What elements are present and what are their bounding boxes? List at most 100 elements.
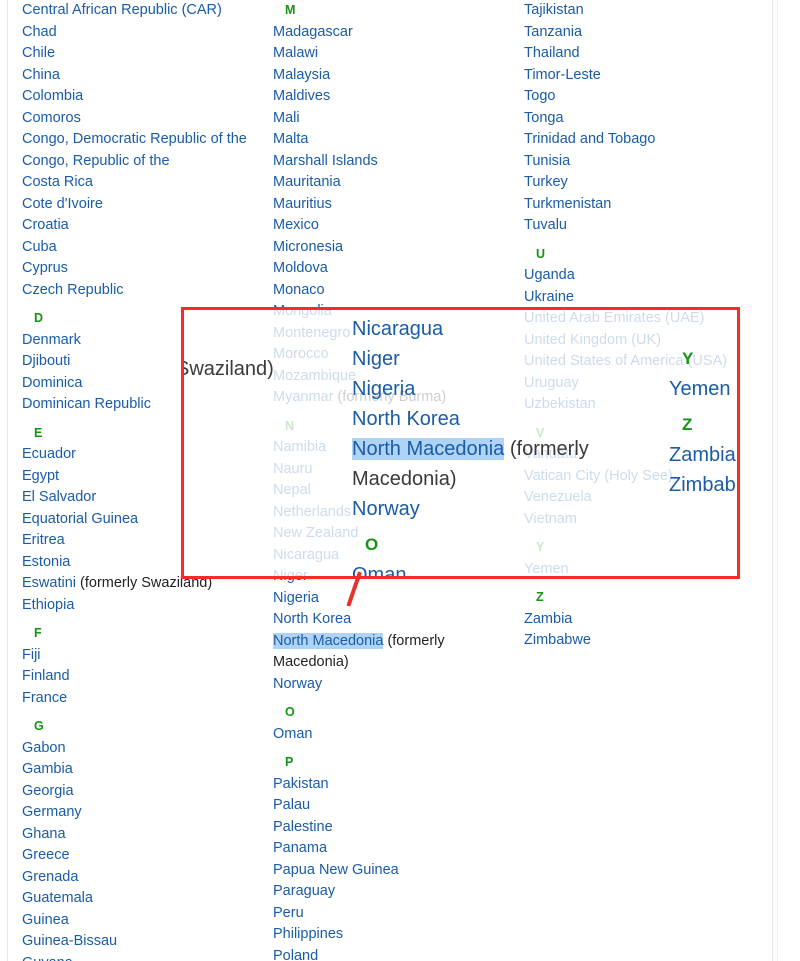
country-link[interactable]: Zimbab (669, 470, 737, 500)
country-link[interactable]: Maldives (273, 86, 513, 108)
country-link[interactable]: Croatia (22, 215, 262, 237)
country-link[interactable]: Uganda (524, 265, 769, 287)
country-link-selected[interactable]: North Macedonia (formerly Macedonia) (273, 631, 513, 674)
country-name[interactable]: Comoros (22, 110, 81, 126)
country-name[interactable]: Guinea (22, 912, 69, 928)
country-link[interactable]: Guinea-Bissau (22, 931, 262, 953)
country-name[interactable]: Croatia (22, 217, 69, 233)
country-link[interactable]: Philippines (273, 924, 513, 946)
country-name[interactable]: Paraguay (273, 883, 335, 899)
country-name[interactable]: Egypt (22, 468, 59, 484)
country-name[interactable]: Panama (273, 840, 327, 856)
country-name[interactable]: Congo, Republic of the (22, 153, 170, 169)
country-link[interactable]: Chad (22, 22, 262, 44)
country-name[interactable]: Swaziland) (184, 358, 274, 380)
country-link[interactable]: Tonga (524, 108, 769, 130)
country-link[interactable]: Thailand (524, 43, 769, 65)
country-name[interactable]: Estonia (22, 554, 70, 570)
country-link-selected[interactable]: North Macedonia (formerly Macedonia) (352, 434, 592, 494)
country-link[interactable]: Norway (352, 494, 592, 524)
country-name[interactable]: Equatorial Guinea (22, 511, 138, 527)
country-link[interactable]: Zambia (524, 609, 769, 631)
country-link[interactable]: Ethiopia (22, 595, 262, 617)
country-name[interactable]: Uganda (524, 267, 575, 283)
country-link[interactable]: Guinea (22, 910, 262, 932)
country-link[interactable]: Nigeria (273, 588, 513, 610)
country-link[interactable]: Niger (352, 344, 592, 374)
country-name[interactable]: Chad (22, 24, 57, 40)
country-link[interactable]: Georgia (22, 781, 262, 803)
country-name[interactable]: Turkey (524, 174, 568, 190)
country-link[interactable]: Norway (273, 674, 513, 696)
country-link[interactable]: Finland (22, 666, 262, 688)
country-link[interactable]: Swaziland) (184, 354, 376, 384)
country-link[interactable]: Paraguay (273, 881, 513, 903)
country-link[interactable]: Gambia (22, 759, 262, 781)
country-name[interactable]: Norway (273, 676, 322, 692)
country-name[interactable]: Greece (22, 847, 70, 863)
country-name[interactable]: Tonga (524, 110, 564, 126)
country-name[interactable]: Ukraine (524, 289, 574, 305)
country-link[interactable]: Cuba (22, 237, 262, 259)
country-name[interactable]: Yemen (669, 378, 731, 400)
country-link[interactable]: Mali (273, 108, 513, 130)
country-name[interactable]: Micronesia (273, 239, 343, 255)
country-link[interactable]: Colombia (22, 86, 262, 108)
country-link[interactable]: Costa Rica (22, 172, 262, 194)
country-name[interactable]: Malawi (273, 45, 318, 61)
country-name[interactable]: Cyprus (22, 260, 68, 276)
country-link[interactable]: Cyprus (22, 258, 262, 280)
country-link[interactable]: Guyana (22, 953, 262, 961)
country-link[interactable]: Moldova (273, 258, 513, 280)
country-link[interactable]: Congo, Democratic Republic of the (22, 129, 262, 151)
country-link[interactable]: Fiji (22, 645, 262, 667)
country-link[interactable]: Madagascar (273, 22, 513, 44)
country-link[interactable]: Palestine (273, 817, 513, 839)
country-name[interactable]: Gabon (22, 740, 66, 756)
country-name[interactable]: Germany (22, 804, 82, 820)
country-link[interactable]: Germany (22, 802, 262, 824)
country-link[interactable]: North Korea (273, 609, 513, 631)
country-name[interactable]: Colombia (22, 88, 83, 104)
country-link[interactable]: Togo (524, 86, 769, 108)
country-name[interactable]: Zimbab (669, 474, 736, 496)
country-link[interactable]: Tuvalu (524, 215, 769, 237)
country-name[interactable]: Guyana (22, 955, 73, 961)
country-name[interactable]: Dominica (22, 375, 82, 391)
country-name[interactable]: Grenada (22, 869, 78, 885)
country-name[interactable]: Niger (352, 348, 400, 370)
country-name[interactable]: Maldives (273, 88, 330, 104)
country-name[interactable]: Ethiopia (22, 597, 74, 613)
country-link[interactable]: Micronesia (273, 237, 513, 259)
country-name[interactable]: Guatemala (22, 890, 93, 906)
country-link[interactable]: Congo, Republic of the (22, 151, 262, 173)
country-link[interactable]: Central African Republic (CAR) (22, 0, 262, 22)
country-name[interactable]: Tajikistan (524, 2, 584, 18)
country-name[interactable]: Nicaragua (352, 318, 443, 340)
country-link[interactable]: Zambia (669, 440, 737, 470)
country-name[interactable]: Philippines (273, 926, 343, 942)
country-name[interactable]: Fiji (22, 647, 41, 663)
country-name[interactable]: Mali (273, 110, 300, 126)
country-link[interactable]: Tunisia (524, 151, 769, 173)
country-name[interactable]: Nigeria (352, 378, 415, 400)
country-name[interactable]: Monaco (273, 282, 325, 298)
country-name[interactable]: Togo (524, 88, 555, 104)
country-link[interactable]: Ukraine (524, 287, 769, 309)
country-name[interactable]: Palestine (273, 819, 333, 835)
country-link[interactable]: Mexico (273, 215, 513, 237)
country-name[interactable]: Nigeria (273, 590, 319, 606)
country-name[interactable]: Denmark (22, 332, 81, 348)
country-name[interactable]: Ecuador (22, 446, 76, 462)
country-name[interactable]: Zambia (669, 444, 736, 466)
country-name[interactable]: Eritrea (22, 532, 65, 548)
country-link[interactable]: Mauritius (273, 194, 513, 216)
country-link[interactable]: Cote d'Ivoire (22, 194, 262, 216)
country-name[interactable]: North Korea (273, 611, 351, 627)
country-link[interactable]: Gabon (22, 738, 262, 760)
country-link[interactable]: Guatemala (22, 888, 262, 910)
country-link[interactable]: Chile (22, 43, 262, 65)
country-name[interactable]: Turkmenistan (524, 196, 611, 212)
country-link[interactable]: Palau (273, 795, 513, 817)
country-name[interactable]: France (22, 690, 67, 706)
